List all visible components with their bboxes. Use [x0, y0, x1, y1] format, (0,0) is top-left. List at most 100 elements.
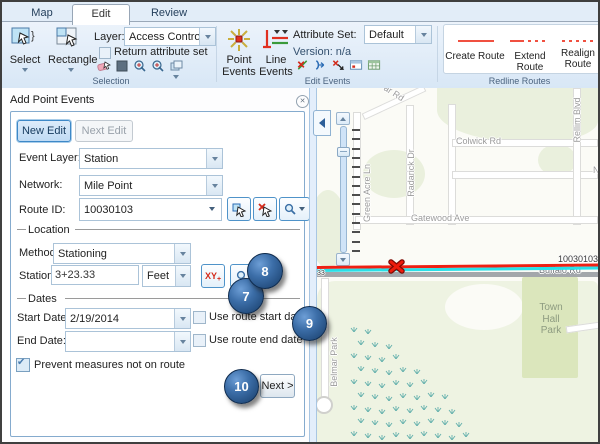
zoom-in-button[interactable]: [336, 112, 350, 125]
next-edit-button[interactable]: Next Edit: [75, 120, 133, 142]
move-event-icon[interactable]: [331, 58, 346, 72]
start-date-dropdown-button[interactable]: [174, 309, 190, 328]
network-dropdown-button[interactable]: [206, 176, 222, 195]
route-id-combobox[interactable]: 10030103: [79, 198, 222, 221]
end-date-dropdown-button[interactable]: [174, 332, 190, 351]
callout-9: 9: [292, 306, 327, 341]
ribbon: } Select Rectangle Layer: Access Control…: [2, 22, 598, 89]
method-dropdown-button[interactable]: [174, 244, 190, 263]
event-layer-dropdown-button[interactable]: [206, 149, 222, 168]
select-tool-icon: }: [10, 26, 40, 52]
route-clear-icon: [257, 201, 273, 217]
use-route-end-date-label: Use route end date: [209, 334, 303, 346]
end-date-label: End Date:: [17, 335, 66, 347]
network-combobox[interactable]: Mile Point: [79, 175, 223, 196]
rectangle-tool-button[interactable]: Rectangle: [54, 26, 86, 55]
extend-route-icon: [510, 40, 548, 42]
dropdown-caret-icon: [421, 33, 427, 37]
return-attribute-set-label: Return attribute set: [114, 46, 208, 58]
version-label: Version: n/a: [293, 46, 351, 58]
group-separator: [216, 26, 217, 82]
end-date-combobox[interactable]: [65, 331, 191, 352]
route-id-map-label: 10030103: [558, 254, 598, 264]
layer-label: Layer:: [94, 31, 125, 43]
svg-text:}: }: [31, 30, 35, 42]
rectangle-dropdown-caret-icon: [68, 68, 74, 72]
new-edit-button[interactable]: New Edit: [17, 120, 71, 142]
next-button[interactable]: Next >: [260, 374, 295, 398]
xy-coordinates-button[interactable]: XY+: [201, 264, 225, 288]
layer-value: Access Control: [129, 31, 203, 43]
dropdown-caret-icon: [180, 340, 186, 344]
use-route-start-date-checkbox[interactable]: [193, 311, 206, 324]
map-canvas[interactable]: TownHallPark Buffalo Rd ar Rd Green Acre…: [317, 88, 598, 442]
event-layer-combobox[interactable]: Station: [79, 148, 223, 169]
start-date-combobox[interactable]: 2/19/2014: [65, 308, 191, 329]
dates-separator: [65, 298, 300, 299]
rectangle-tool-icon: [54, 26, 86, 52]
route-id-label: Route ID:: [19, 204, 65, 216]
point-events-button[interactable]: Point Events: [224, 27, 254, 56]
selection-square-icon[interactable]: [115, 59, 129, 73]
route-search-caret-icon: [299, 207, 305, 211]
collapse-panel-tab[interactable]: [313, 110, 331, 136]
dropdown-caret-icon: [180, 252, 186, 256]
merge-events-icon[interactable]: [313, 58, 328, 72]
station-input[interactable]: [51, 265, 139, 285]
line-events-button[interactable]: Line Events: [260, 27, 292, 56]
return-attribute-set-checkbox[interactable]: [99, 47, 111, 59]
group-separator: [437, 26, 438, 82]
tab-map[interactable]: Map: [16, 4, 68, 22]
route-search-button[interactable]: [279, 197, 310, 221]
dropdown-caret-icon: [212, 157, 218, 161]
redline-routes-group-label: Redline Routes: [439, 76, 600, 86]
up-arrow-icon: [340, 117, 346, 121]
attribute-set-dropdown-button[interactable]: [415, 26, 431, 43]
selection-group-label: Selection: [6, 76, 216, 86]
realign-route-button[interactable]: Realign Route: [556, 49, 600, 70]
select-tool-label: Select: [6, 55, 44, 67]
zoom-out-button[interactable]: [336, 253, 350, 266]
pan-to-selection-icon[interactable]: [151, 59, 165, 73]
method-combobox[interactable]: Stationing: [53, 243, 191, 264]
prevent-measures-label: Prevent measures not on route: [34, 359, 185, 371]
rectangle-tool-label: Rectangle: [48, 55, 92, 67]
xy-plus-icon: +: [217, 276, 221, 283]
create-route-button[interactable]: Create Route: [445, 52, 505, 63]
layer-dropdown-button[interactable]: [199, 28, 215, 45]
zoom-slider-handle[interactable]: [337, 147, 350, 157]
tab-review[interactable]: Review: [138, 4, 200, 22]
station-units-combobox[interactable]: Feet: [142, 265, 191, 287]
line-events-label: Line Events: [258, 55, 294, 78]
redline-routes-panel: Create Route Extend Route Realign Route: [443, 24, 600, 74]
select-dropdown-caret-icon: [22, 68, 28, 72]
extend-route-button[interactable]: Extend Route: [502, 52, 558, 73]
route-select-on-map-button[interactable]: [227, 197, 251, 221]
delete-event-icon[interactable]: [295, 58, 310, 72]
panel-map-splitter[interactable]: [309, 88, 317, 442]
tab-edit[interactable]: Edit: [72, 4, 130, 25]
event-layer-value: Station: [84, 153, 118, 165]
left-arrow-icon: [319, 118, 325, 128]
close-icon[interactable]: ✕: [296, 95, 309, 108]
attribute-set-combobox[interactable]: Default: [364, 25, 432, 44]
event-window-icon[interactable]: [349, 58, 364, 72]
zoom-to-selection-icon[interactable]: [133, 59, 147, 73]
use-route-end-date-checkbox[interactable]: [193, 334, 206, 347]
zoom-slider-track[interactable]: [340, 126, 347, 253]
select-tool-button[interactable]: } Select: [10, 26, 40, 55]
event-table-icon[interactable]: [367, 58, 382, 72]
event-layer-label: Event Layer:: [19, 152, 81, 164]
location-section-title: Location: [28, 224, 70, 236]
station-units-dropdown-button[interactable]: [175, 266, 190, 286]
route-clear-selection-button[interactable]: [253, 197, 277, 221]
layer-combobox[interactable]: Access Control: [124, 27, 216, 46]
callout-10: 10: [224, 369, 259, 404]
prevent-measures-checkbox[interactable]: ✔: [16, 358, 30, 372]
clear-selection-icon[interactable]: [97, 59, 111, 73]
panel-title: Add Point Events: [10, 94, 94, 106]
location-separator: [17, 229, 26, 230]
ribbon-tab-strip: Map Edit Review: [2, 2, 598, 22]
selection-options-icon[interactable]: [169, 59, 183, 73]
method-value: Stationing: [58, 248, 107, 260]
